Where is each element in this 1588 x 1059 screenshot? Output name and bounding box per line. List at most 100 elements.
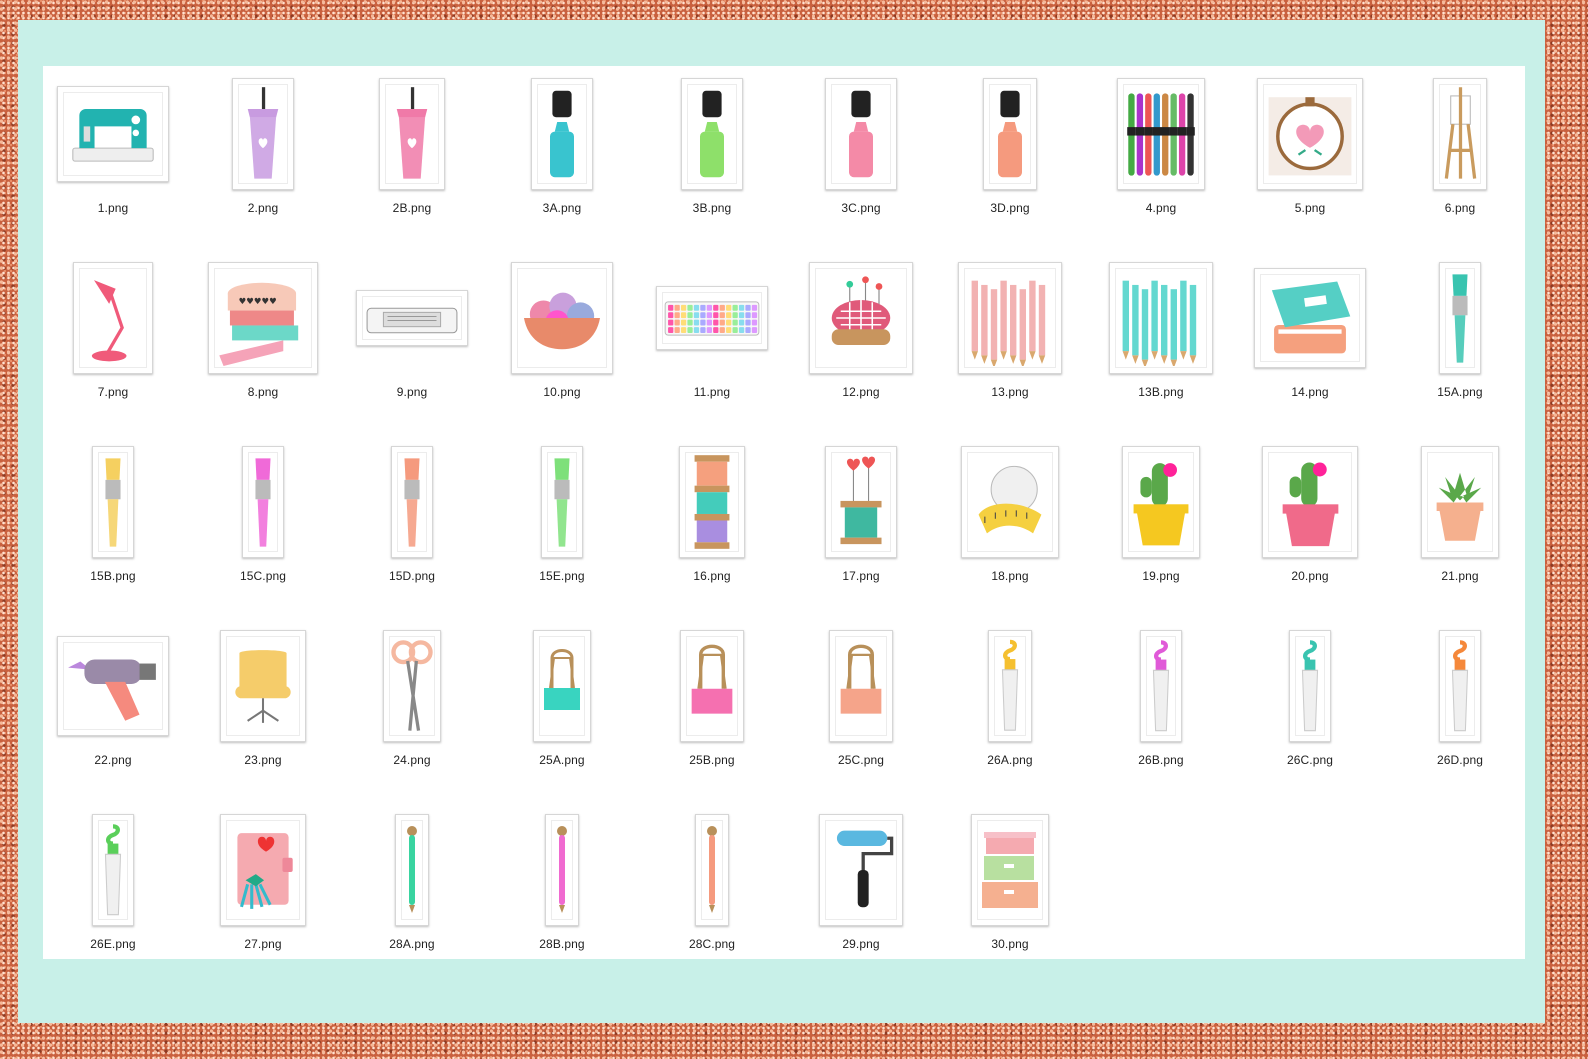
file-item[interactable]: 25C.png — [806, 620, 916, 780]
file-thumbnail[interactable] — [57, 636, 169, 736]
file-item[interactable]: 25B.png — [657, 620, 767, 780]
file-item[interactable]: 11.png — [656, 252, 768, 412]
file-thumbnail[interactable] — [395, 814, 429, 926]
file-item[interactable]: 3B.png — [657, 68, 767, 228]
file-item[interactable]: 26C.png — [1255, 620, 1365, 780]
file-item[interactable]: 15A.png — [1405, 252, 1515, 412]
file-item[interactable]: 3A.png — [507, 68, 617, 228]
file-item[interactable]: 26D.png — [1405, 620, 1515, 780]
file-thumbnail[interactable] — [92, 446, 134, 558]
file-thumbnail[interactable] — [809, 262, 913, 374]
file-thumbnail[interactable] — [825, 78, 897, 190]
file-thumbnail[interactable] — [656, 286, 768, 350]
file-thumbnail[interactable] — [958, 262, 1062, 374]
file-thumbnail[interactable] — [988, 630, 1032, 742]
file-thumbnail[interactable] — [220, 630, 306, 742]
file-name: 3C.png — [841, 201, 881, 215]
file-thumbnail[interactable] — [220, 814, 306, 926]
file-item[interactable]: 2B.png — [357, 68, 467, 228]
file-item[interactable]: 14.png — [1254, 252, 1366, 412]
file-item[interactable]: 21.png — [1405, 436, 1515, 596]
file-item[interactable]: 23.png — [208, 620, 318, 780]
file-thumbnail[interactable] — [356, 290, 468, 346]
file-item[interactable]: 25A.png — [507, 620, 617, 780]
file-item[interactable]: 2.png — [208, 68, 318, 228]
file-thumbnail[interactable] — [829, 630, 893, 742]
file-thumbnail[interactable] — [511, 262, 613, 374]
file-item[interactable]: 26E.png — [58, 804, 168, 964]
file-item[interactable]: 17.png — [806, 436, 916, 596]
file-item[interactable]: 26B.png — [1106, 620, 1216, 780]
file-thumbnail[interactable] — [819, 814, 903, 926]
file-item[interactable]: 15E.png — [507, 436, 617, 596]
file-thumbnail[interactable] — [73, 262, 153, 374]
file-thumbnail[interactable] — [1254, 268, 1366, 368]
file-item[interactable]: 6.png — [1405, 68, 1515, 228]
file-thumbnail[interactable] — [545, 814, 579, 926]
file-thumbnail[interactable] — [379, 78, 445, 190]
file-thumbnail[interactable] — [1109, 262, 1213, 374]
file-item[interactable]: 10.png — [507, 252, 617, 412]
file-thumbnail[interactable] — [531, 78, 593, 190]
file-thumbnail[interactable] — [1421, 446, 1499, 558]
file-item[interactable]: 24.png — [357, 620, 467, 780]
file-thumbnail[interactable] — [961, 446, 1059, 558]
file-thumbnail[interactable] — [1439, 262, 1481, 374]
paintbrush-icon — [98, 452, 128, 552]
file-item[interactable]: 5.png — [1255, 68, 1365, 228]
file-thumbnail[interactable] — [983, 78, 1037, 190]
file-item[interactable]: 4.png — [1106, 68, 1216, 228]
file-item[interactable]: 28B.png — [507, 804, 617, 964]
file-item[interactable]: 12.png — [806, 252, 916, 412]
file-item[interactable]: 13B.png — [1106, 252, 1216, 412]
file-thumbnail[interactable] — [1122, 446, 1200, 558]
file-item[interactable]: 26A.png — [955, 620, 1065, 780]
file-item[interactable]: 16.png — [657, 436, 767, 596]
file-thumbnail[interactable] — [57, 86, 169, 182]
file-thumbnail[interactable] — [1439, 630, 1481, 742]
file-item[interactable]: 3D.png — [955, 68, 1065, 228]
file-thumbnail[interactable] — [1257, 78, 1363, 190]
file-item[interactable]: 28A.png — [357, 804, 467, 964]
file-item[interactable]: 1.png — [57, 68, 169, 228]
file-name: 6.png — [1444, 201, 1476, 215]
file-item[interactable]: ♥♥♥♥♥ 8.png — [208, 252, 318, 412]
file-name: 13.png — [991, 385, 1029, 399]
file-thumbnail[interactable] — [1117, 78, 1205, 190]
file-item[interactable]: 27.png — [208, 804, 318, 964]
file-thumbnail[interactable] — [232, 78, 294, 190]
file-thumbnail[interactable] — [680, 630, 744, 742]
file-item[interactable]: 9.png — [356, 252, 468, 412]
file-item[interactable]: 20.png — [1255, 436, 1365, 596]
file-thumbnail[interactable] — [679, 446, 745, 558]
file-item[interactable]: 3C.png — [806, 68, 916, 228]
file-thumbnail[interactable]: ♥♥♥♥♥ — [208, 262, 318, 374]
file-item[interactable]: 28C.png — [657, 804, 767, 964]
file-item[interactable]: 15C.png — [208, 436, 318, 596]
file-thumbnail[interactable] — [541, 446, 583, 558]
file-item[interactable]: 15D.png — [357, 436, 467, 596]
file-thumbnail[interactable] — [533, 630, 591, 742]
file-thumbnail[interactable] — [971, 814, 1049, 926]
file-thumbnail[interactable] — [1140, 630, 1182, 742]
file-item[interactable]: 30.png — [955, 804, 1065, 964]
file-item[interactable]: 7.png — [58, 252, 168, 412]
file-item[interactable]: 19.png — [1106, 436, 1216, 596]
file-item[interactable]: 29.png — [806, 804, 916, 964]
file-item[interactable]: 22.png — [57, 620, 169, 780]
file-thumbnail[interactable] — [391, 446, 433, 558]
embroidery-floss-icon — [1123, 84, 1199, 184]
file-item[interactable]: 13.png — [955, 252, 1065, 412]
file-thumbnail[interactable] — [92, 814, 134, 926]
file-thumbnail[interactable] — [383, 630, 441, 742]
file-thumbnail[interactable] — [242, 446, 284, 558]
file-thumbnail[interactable] — [1262, 446, 1358, 558]
file-thumbnail[interactable] — [681, 78, 743, 190]
file-item[interactable]: 15B.png — [58, 436, 168, 596]
file-item[interactable]: 18.png — [955, 436, 1065, 596]
file-thumbnail[interactable] — [1433, 78, 1487, 190]
file-thumbnail[interactable] — [825, 446, 897, 558]
file-thumbnail[interactable] — [1289, 630, 1331, 742]
file-name: 23.png — [244, 753, 282, 767]
file-thumbnail[interactable] — [695, 814, 729, 926]
